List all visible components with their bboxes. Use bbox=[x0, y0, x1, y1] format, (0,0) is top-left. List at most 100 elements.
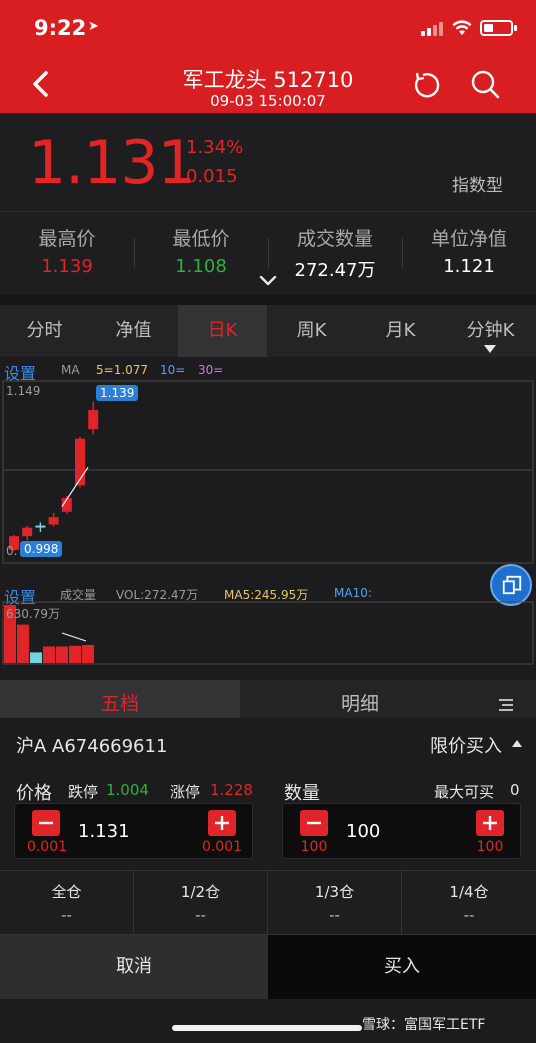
caret-up-icon bbox=[512, 740, 522, 747]
minus-icon bbox=[39, 821, 53, 825]
position-value: -- bbox=[61, 906, 72, 924]
max-buy-label: 最大可买 bbox=[434, 783, 495, 801]
tab-intraday[interactable]: 分时 bbox=[0, 305, 89, 357]
status-bar: 9:22 ➤ bbox=[0, 0, 536, 56]
position-presets: 全仓 -- 1/2仓 -- 1/3仓 -- 1/4仓 -- bbox=[0, 870, 536, 935]
stat-volume: 成交数量 272.47万 bbox=[268, 224, 402, 282]
limit-down-label: 跌停 bbox=[68, 783, 99, 801]
nav-bar: 军工龙头 512710 09-03 15:00:07 bbox=[0, 56, 536, 113]
price-label: 价格 bbox=[16, 783, 52, 804]
tab-monthly-k[interactable]: 月K bbox=[356, 305, 445, 357]
chevron-down-icon[interactable] bbox=[258, 274, 278, 288]
action-row: 取消 买入 bbox=[0, 935, 536, 999]
volume-bar bbox=[43, 646, 55, 663]
quantity-step-right: 100 bbox=[476, 839, 504, 855]
cancel-button[interactable]: 取消 bbox=[0, 935, 268, 999]
volume-bar bbox=[30, 652, 42, 663]
price-increment-button[interactable] bbox=[208, 810, 236, 836]
account-selector[interactable]: 沪A A674669611 bbox=[16, 732, 167, 758]
low-price-tag: 0.998 bbox=[20, 541, 63, 557]
change-value: 0.015 bbox=[186, 166, 238, 187]
chart-tabs: 分时 净值 日K 周K 月K 分钟K bbox=[0, 305, 536, 357]
search-icon[interactable] bbox=[470, 69, 500, 99]
current-price: 1.131 bbox=[28, 128, 196, 198]
limit-down-value: 1.004 bbox=[106, 781, 149, 799]
cellular-signal-icon bbox=[421, 22, 445, 36]
candle-body bbox=[48, 517, 59, 525]
watermark: 雪球：富国军工ETF bbox=[362, 1017, 486, 1033]
kline-chart-area: 设置 MA 5=1.077 10= 30= 1.149 0. 1.139 0.9… bbox=[0, 357, 536, 680]
buy-button[interactable]: 买入 bbox=[268, 935, 536, 999]
candle-body bbox=[35, 525, 46, 528]
price-input[interactable]: 1.131 bbox=[78, 821, 130, 842]
position-value: -- bbox=[195, 906, 206, 924]
change-percent: 1.34% bbox=[186, 137, 244, 158]
stat-value: 272.47万 bbox=[294, 260, 376, 281]
page-title: 军工龙头 512710 bbox=[182, 68, 354, 92]
quote-datetime: 09-03 15:00:07 bbox=[210, 92, 326, 110]
stats-row: 最高价 1.139 最低价 1.108 成交数量 272.47万 单位净值 1.… bbox=[0, 211, 536, 295]
volume-ma10: MA10: bbox=[334, 586, 372, 600]
divider bbox=[0, 295, 536, 305]
status-time: 9:22 bbox=[34, 16, 87, 40]
volume-bar bbox=[17, 624, 29, 663]
tab-details[interactable]: 明细 bbox=[240, 680, 480, 718]
position-label: 全仓 bbox=[51, 883, 82, 901]
position-label: 1/3仓 bbox=[314, 883, 355, 901]
quantity-input[interactable]: 100 bbox=[346, 821, 380, 842]
candle-body bbox=[88, 410, 99, 430]
high-price-tag: 1.139 bbox=[96, 385, 139, 401]
quantity-label: 数量 bbox=[284, 783, 320, 804]
tab-weekly-k[interactable]: 周K bbox=[267, 305, 356, 357]
position-full-button[interactable]: 全仓 -- bbox=[0, 871, 134, 934]
depth-tabs: 五档 明细 bbox=[0, 680, 536, 718]
volume-bar bbox=[69, 645, 81, 663]
ma5-value: 5=1.077 bbox=[96, 363, 149, 377]
tab-nav[interactable]: 净值 bbox=[89, 305, 178, 357]
trade-panel: 沪A A674669611 限价买入 价格 跌停 1.004 涨停 1.228 … bbox=[0, 718, 536, 1043]
quantity-step-left: 100 bbox=[300, 839, 328, 855]
price-step-left: 0.001 bbox=[26, 839, 68, 855]
home-indicator[interactable] bbox=[172, 1025, 362, 1031]
refresh-icon[interactable] bbox=[412, 70, 442, 100]
stat-value: 1.139 bbox=[41, 256, 93, 277]
stat-low: 最低价 1.108 bbox=[134, 224, 268, 277]
fund-type-label: 指数型 bbox=[452, 176, 503, 196]
tab-daily-k[interactable]: 日K bbox=[178, 305, 267, 357]
position-label: 1/4仓 bbox=[449, 883, 489, 901]
quantity-decrement-button[interactable] bbox=[300, 810, 328, 836]
price-stepper: 0.001 1.131 0.001 bbox=[14, 803, 253, 859]
stat-high: 最高价 1.139 bbox=[0, 224, 134, 277]
stat-label: 单位净值 bbox=[430, 228, 507, 250]
stat-nav: 单位净值 1.121 bbox=[402, 224, 536, 277]
tab-five-levels[interactable]: 五档 bbox=[0, 680, 240, 718]
kline-chart[interactable] bbox=[0, 379, 536, 579]
stat-label: 最高价 bbox=[38, 228, 96, 250]
quantity-increment-button[interactable] bbox=[476, 810, 504, 836]
position-value: -- bbox=[463, 906, 475, 924]
quote-header: 1.131 1.34% 0.015 指数型 bbox=[0, 113, 536, 211]
ma10-value: 10= bbox=[160, 363, 186, 377]
quantity-stepper: 100 100 100 bbox=[282, 803, 521, 859]
volume-bar bbox=[82, 644, 94, 663]
position-half-button[interactable]: 1/2仓 -- bbox=[134, 871, 268, 934]
max-buy-value: 0 bbox=[510, 781, 520, 799]
stat-value: 1.108 bbox=[175, 256, 227, 277]
volume-chart[interactable] bbox=[0, 601, 536, 665]
stat-label: 成交数量 bbox=[296, 228, 373, 250]
price-decrement-button[interactable] bbox=[32, 810, 60, 836]
volume-axis-max: 630.79万 bbox=[6, 607, 60, 621]
minus-icon bbox=[307, 821, 321, 825]
caret-down-icon bbox=[484, 345, 496, 353]
order-type-selector[interactable]: 限价买入 bbox=[430, 732, 502, 758]
y-axis-min-label: 0. bbox=[6, 544, 18, 558]
stat-label: 最低价 bbox=[172, 228, 230, 250]
menu-icon[interactable] bbox=[497, 697, 515, 713]
y-axis-max-label: 1.149 bbox=[6, 384, 41, 398]
position-quarter-button[interactable]: 1/4仓 -- bbox=[402, 871, 536, 934]
ma-label: MA bbox=[61, 363, 80, 377]
fullscreen-icon bbox=[502, 575, 522, 595]
plus-icon bbox=[215, 816, 229, 830]
fullscreen-toggle-button[interactable] bbox=[490, 564, 532, 606]
position-third-button[interactable]: 1/3仓 -- bbox=[268, 871, 402, 934]
